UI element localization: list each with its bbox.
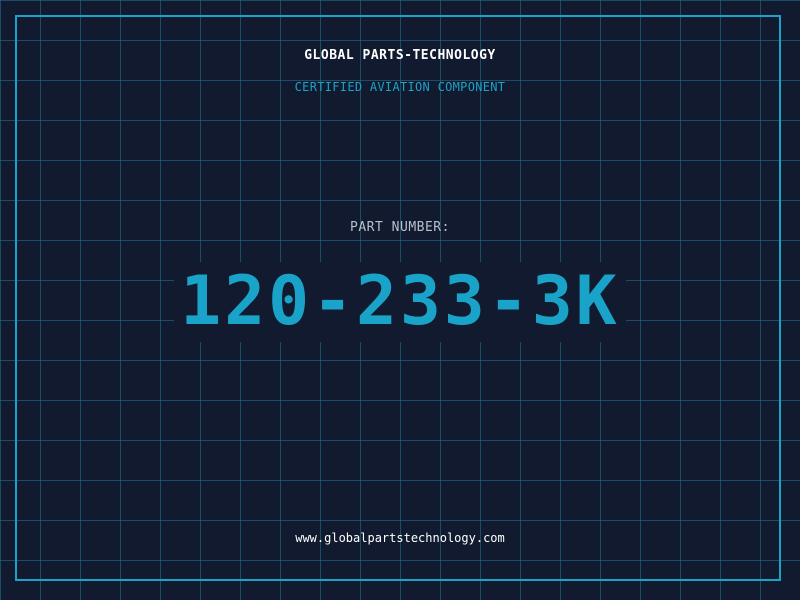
website-url: www.globalpartstechnology.com — [295, 531, 505, 545]
part-card: GLOBAL PARTS-TECHNOLOGY CERTIFIED AVIATI… — [0, 0, 800, 600]
part-number-container: 120-233-3K — [0, 262, 800, 342]
company-name: GLOBAL PARTS-TECHNOLOGY — [304, 48, 496, 63]
part-number-label: PART NUMBER: — [350, 220, 450, 235]
certification-tagline: CERTIFIED AVIATION COMPONENT — [294, 80, 506, 94]
part-number-value: 120-233-3K — [174, 262, 626, 342]
